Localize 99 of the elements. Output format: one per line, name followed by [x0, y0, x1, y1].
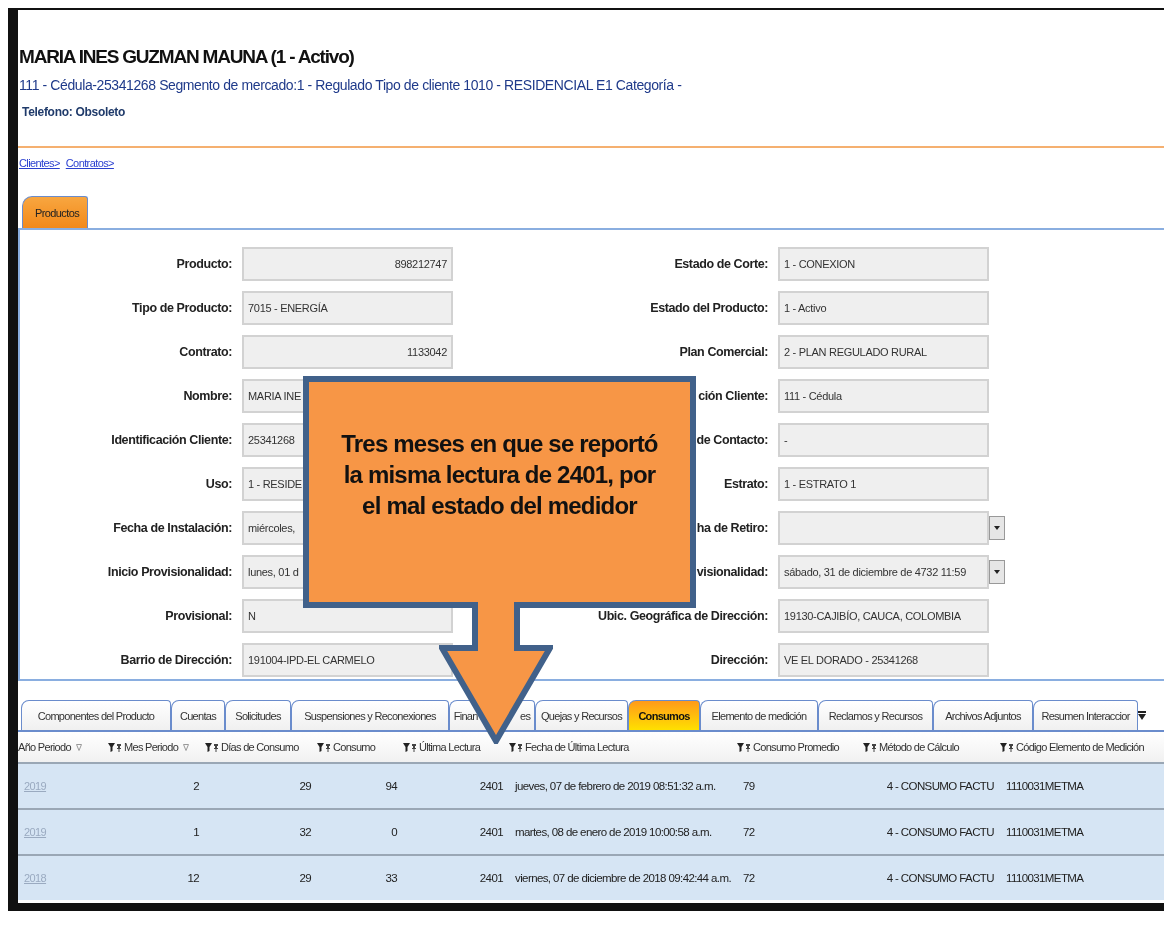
customer-name: MARIA INES GUZMAN MAUNA (1 - Activo) [19, 46, 355, 68]
column-header[interactable]: Año Periodo [18, 741, 71, 753]
dropdown-button[interactable] [989, 560, 1005, 584]
field-label: Barrio de Dirección: [120, 653, 232, 667]
tab[interactable]: Archivos Adjuntos [933, 700, 1033, 730]
table-cell: 33 [385, 872, 397, 884]
filter-pin-icon[interactable] [737, 742, 751, 752]
column-header[interactable]: Fecha de Última Lectura [525, 741, 629, 753]
field-label: Estado del Producto: [650, 301, 768, 315]
column-header[interactable]: Consumo [333, 741, 376, 753]
text-field[interactable]: - [778, 423, 989, 457]
table-cell: 2 [193, 780, 199, 792]
tab[interactable]: Elemento de medición [700, 700, 818, 730]
filter-pin-icon[interactable] [108, 742, 122, 752]
text-field[interactable]: 7015 - ENERGÍA [242, 291, 453, 325]
text-field[interactable]: 1 - Activo [778, 291, 989, 325]
table-cell: 0 [391, 826, 397, 838]
table-cell: 32 [299, 826, 311, 838]
text-field[interactable]: 111 - Cédula [778, 379, 989, 413]
text-field[interactable]: 1133042 [242, 335, 453, 369]
tab[interactable]: Reclamos y Recursos [818, 700, 933, 730]
caret-icon [994, 526, 1000, 530]
table-cell: 29 [299, 780, 311, 792]
column-header[interactable]: Días de Consumo [221, 741, 299, 753]
table-cell: jueves, 07 de febrero de 2019 08:51:32 a.m. [515, 780, 716, 792]
table-cell: 2401 [479, 780, 503, 792]
text-field[interactable]: 19130-CAJIBÍO, CAUCA, COLOMBIA [778, 599, 989, 633]
field-label: Ubic. Geográfica de Dirección: [598, 609, 768, 623]
dropdown-field[interactable] [778, 511, 989, 545]
filter-pin-icon[interactable] [205, 742, 219, 752]
caret-icon [994, 570, 1000, 574]
column-header[interactable]: Mes Periodo [124, 741, 179, 753]
field-label: Tipo de Producto: [132, 301, 232, 315]
filter-pin-icon[interactable] [1000, 742, 1014, 752]
filter-pin-icon[interactable] [509, 742, 523, 752]
table-cell: 29 [299, 872, 311, 884]
filter-pin-icon[interactable] [317, 742, 331, 752]
table-cell: 72 [743, 872, 755, 884]
dropdown-button[interactable] [989, 516, 1005, 540]
table-cell: 1110031METMA [1006, 826, 1084, 838]
tab[interactable]: Quejas y Recursos [535, 700, 628, 730]
filter-pin-icon[interactable] [403, 742, 417, 752]
tab[interactable]: Resumen Interaccior [1033, 700, 1138, 730]
table-cell: 79 [743, 780, 755, 792]
field-label: Provisional: [165, 609, 232, 623]
field-label: Dirección: [710, 653, 768, 667]
sort-icon[interactable] [75, 743, 82, 751]
table-cell: 4 - CONSUMO FACTU [886, 872, 994, 884]
table-cell: viernes, 07 de diciembre de 2018 09:42:44 a.m. [515, 872, 731, 884]
table-cell: 12 [187, 872, 199, 884]
column-header[interactable]: Código Elemento de Medición [1016, 741, 1144, 753]
tab-menu-icon[interactable] [1138, 711, 1146, 720]
field-label: Fecha de Instalación: [113, 521, 232, 535]
filter-pin-icon[interactable] [863, 742, 877, 752]
text-field[interactable]: 1 - CONEXION [778, 247, 989, 281]
column-header[interactable]: Última Lectura [419, 741, 481, 753]
tab[interactable]: Consumos [628, 700, 700, 730]
field-label: Estrato: [723, 477, 768, 491]
table-cell: 94 [385, 780, 397, 792]
text-field[interactable]: 191004-IPD-EL CARMELO [242, 643, 453, 677]
phone-status: Telefono: Obsoleto [22, 105, 127, 119]
field-label: ha de Retiro: [696, 521, 768, 535]
field-label: Contrato: [179, 345, 232, 359]
field-label: Identificación Cliente: [111, 433, 232, 447]
field-label: Producto: [176, 257, 232, 271]
text-field[interactable]: VE EL DORADO - 25341268 [778, 643, 989, 677]
text-field[interactable]: 2 - PLAN REGULADO RURAL [778, 335, 989, 369]
table-cell: 2401 [479, 872, 503, 884]
tab[interactable]: Componentes del Producto [21, 700, 171, 730]
tab[interactable]: Cuentas [171, 700, 225, 730]
field-label: Uso: [205, 477, 232, 491]
table-cell: 72 [743, 826, 755, 838]
table-cell: 1110031METMA [1006, 872, 1084, 884]
field-label: de Contacto: [696, 433, 768, 447]
breadcrumb-link[interactable]: Contratos> [65, 157, 114, 188]
field-label: Inicio Provisionalidad: [107, 565, 232, 579]
field-label: ción Cliente: [698, 389, 768, 403]
dropdown-field[interactable]: sábado, 31 de diciembre de 4732 11:59 [778, 555, 989, 589]
table-cell: 4 - CONSUMO FACTU [886, 826, 994, 838]
table-cell: 4 - CONSUMO FACTU [886, 780, 994, 792]
field-label: visionalidad: [696, 565, 768, 579]
field-label: Estado de Corte: [674, 257, 768, 271]
breadcrumb-link[interactable]: Clientes> [19, 157, 60, 188]
field-label: Plan Comercial: [679, 345, 768, 359]
customer-details: 111 - Cédula-25341268 Segmento de mercado:1 - Regulado Tipo de cliente 1010 - RESIDENCIAL E1 Categoría - [19, 77, 683, 93]
table-cell: 2401 [479, 826, 503, 838]
callout-tooltip: Tres meses en que se reportó la misma lectura de 2401, por el mal estado del medidor [303, 376, 696, 608]
column-header[interactable]: Método de Cálculo [879, 741, 959, 753]
text-field[interactable]: 898212747 [242, 247, 453, 281]
table-cell: 1 [193, 826, 199, 838]
tab[interactable]: Suspensiones y Reconexiones [291, 700, 449, 730]
text-field[interactable]: 1 - ESTRATO 1 [778, 467, 989, 501]
column-header[interactable]: Consumo Promedio [753, 741, 839, 753]
tab[interactable]: Solicitudes [225, 700, 291, 730]
table-cell: 1110031METMA [1006, 780, 1084, 792]
field-label: Nombre: [183, 389, 232, 403]
tab[interactable]: Productos [22, 196, 89, 228]
sort-icon[interactable] [183, 743, 190, 751]
table-cell: martes, 08 de enero de 2019 10:00:58 a.m. [515, 826, 712, 838]
